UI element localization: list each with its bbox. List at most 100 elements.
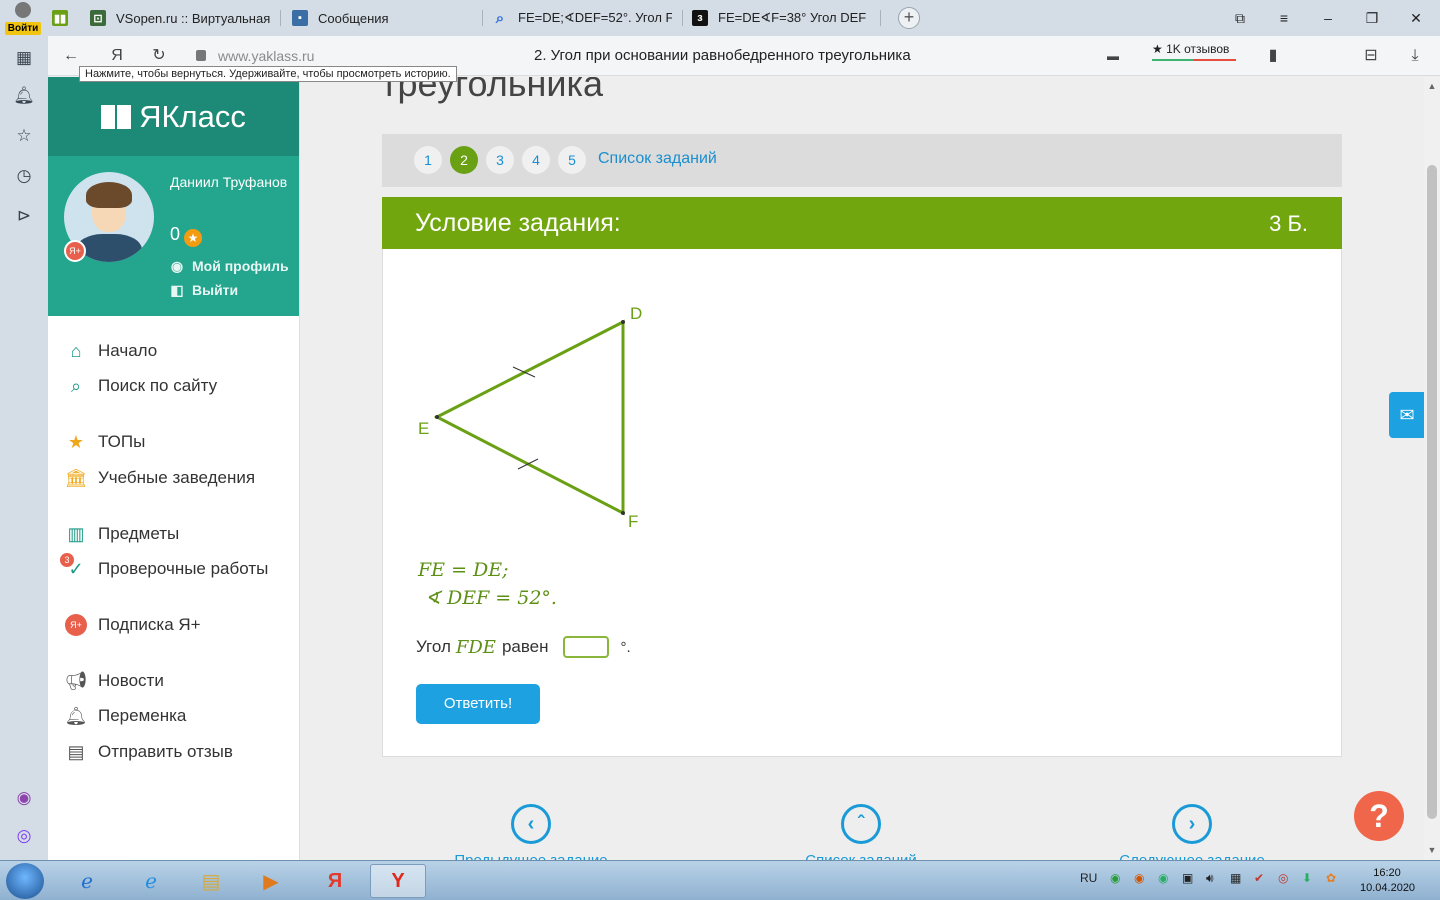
my-profile-link[interactable]: ◉ Мой профиль: [170, 258, 289, 275]
tray-misc-icon[interactable]: ✿: [1326, 871, 1336, 885]
task-body: D E F FE = DE; ∢ DEF = 52°. Угол FDE рав…: [382, 249, 1342, 757]
vertex-d-point: [621, 320, 625, 324]
tab-vsopen[interactable]: ⊡ VSopen.ru :: Виртуальная ш: [90, 4, 272, 32]
sidebar-item-feedback[interactable]: ▤ Отправить отзыв: [64, 740, 232, 764]
page-3-button[interactable]: 3: [486, 146, 514, 174]
ie-browser-icon[interactable]: ℯ: [126, 864, 176, 898]
ie-pinned-icon[interactable]: ℯ: [62, 864, 112, 898]
sidebar-item-break[interactable]: 🔔︎ Переменка: [64, 704, 187, 728]
user-icon: [15, 2, 31, 18]
site-sidebar: ЯКласс Я+ Даниил Труфанов 0 ★ ◉ Мой профил…: [48, 77, 300, 860]
media-play-icon[interactable]: ⊳: [12, 204, 36, 228]
yandex-home-icon[interactable]: Я: [106, 45, 128, 67]
bookmarks-star-icon[interactable]: ☆: [12, 124, 36, 148]
pinned-tab[interactable]: ▮▮: [52, 4, 76, 32]
page-1-button[interactable]: 1: [414, 146, 442, 174]
collections-icon[interactable]: ⊟: [1360, 45, 1382, 67]
sidebar-item-label: Переменка: [98, 706, 187, 725]
page-2-button[interactable]: 2: [450, 146, 478, 174]
task-list-link[interactable]: Список заданий: [598, 150, 717, 168]
comments-icon[interactable]: ▬: [1102, 45, 1124, 67]
tab-znanija[interactable]: з FE=DE∢F=38° Угол DEF ра: [692, 4, 870, 32]
submit-answer-button[interactable]: Ответить!: [416, 684, 540, 724]
reviews-badge[interactable]: ★ 1K отзывов: [1152, 42, 1236, 61]
page-scrollbar[interactable]: ▲ ▼: [1424, 77, 1440, 860]
tray-shield-icon[interactable]: ◉: [1110, 871, 1120, 885]
url-field[interactable]: www.yaklass.ru: [218, 48, 314, 64]
tray-app-icon[interactable]: ◉: [1134, 871, 1144, 885]
user-name[interactable]: Даниил Труфанов: [170, 172, 290, 192]
question-variable: FDE: [455, 636, 496, 658]
logout-link[interactable]: ◧ Выйти: [170, 282, 238, 299]
login-label: Войти: [4, 22, 42, 35]
yaklass-logo[interactable]: ЯКласс: [48, 77, 299, 156]
task-score: 3 Б.: [1269, 211, 1308, 236]
sidebar-item-news[interactable]: 📢︎ Новости: [64, 669, 164, 693]
scroll-up-arrow-icon[interactable]: ▲: [1424, 81, 1440, 91]
network-icon[interactable]: ▦: [1230, 871, 1241, 885]
star-coin-icon: ★: [184, 229, 203, 247]
tray-opera-icon[interactable]: ◎: [1278, 871, 1288, 885]
reviews-rating-bar: [1152, 59, 1236, 61]
prev-task-link[interactable]: ‹ Предыдущее задание: [411, 804, 651, 860]
restore-icon[interactable]: ❐: [1362, 8, 1382, 28]
question-row: Угол FDE равен °.: [416, 636, 631, 658]
page-5-button[interactable]: 5: [558, 146, 586, 174]
yandex-browser-taskbar-icon[interactable]: Y: [370, 864, 426, 898]
explorer-folder-icon[interactable]: ▤: [186, 864, 236, 898]
apps-grid-icon[interactable]: ▦: [12, 46, 36, 70]
main-content: треугольника 1 2 3 4 5 Список заданий Ус…: [301, 77, 1424, 860]
history-clock-icon[interactable]: ◷: [12, 164, 36, 188]
logout-door-icon: ◧: [170, 282, 184, 298]
prev-task-label: Предыдущее задание: [411, 852, 651, 860]
login-button[interactable]: Войти: [4, 2, 42, 36]
language-indicator[interactable]: RU: [1080, 871, 1097, 885]
scroll-down-arrow-icon[interactable]: ▼: [1424, 845, 1440, 855]
tray-display-icon[interactable]: ▣: [1182, 871, 1193, 885]
sidebar-item-search[interactable]: ⌕ Поиск по сайту: [64, 374, 217, 398]
minimize-icon[interactable]: –: [1318, 8, 1338, 28]
tray-download-icon[interactable]: ⬇: [1302, 871, 1312, 885]
back-arrow-icon[interactable]: ←: [60, 45, 82, 67]
condition-fe-de: FE = DE;: [418, 559, 509, 581]
mail-feedback-icon[interactable]: ✉: [1389, 392, 1424, 438]
back-button-tooltip: Нажмите, чтобы вернуться. Удерживайте, ч…: [79, 66, 457, 82]
sidebar-item-home[interactable]: ⌂ Начало: [64, 339, 158, 363]
page-4-button[interactable]: 4: [522, 146, 550, 174]
sidebar-item-subscription[interactable]: Я+ Подписка Я+: [64, 613, 201, 637]
triangle-diagram: D E F: [418, 304, 642, 531]
znanija-favicon-icon: з: [692, 10, 708, 26]
downloads-icon[interactable]: ⤓: [1404, 45, 1426, 67]
scroll-thumb[interactable]: [1427, 165, 1437, 819]
notifications-bell-icon[interactable]: 🔔︎: [12, 84, 36, 108]
sidebar-item-schools[interactable]: 🏛︎ Учебные заведения: [64, 466, 256, 490]
tab-title: FE=DE;∢DEF=52°. Угол FDE: [518, 10, 672, 25]
close-icon[interactable]: ✕: [1406, 8, 1426, 28]
sidebar-item-tops[interactable]: ★ ТОПы: [64, 430, 145, 454]
help-button[interactable]: ?: [1354, 791, 1404, 841]
task-list-bottom-link[interactable]: ˆ Список заданий: [741, 804, 981, 860]
media-player-icon[interactable]: ▶: [246, 864, 296, 898]
system-clock[interactable]: 16:20 10.04.2020: [1360, 866, 1415, 896]
tray-sync-icon[interactable]: ◉: [1158, 871, 1168, 885]
bookmark-icon[interactable]: ▮: [1262, 45, 1284, 67]
alice-assistant-icon[interactable]: ◎: [12, 824, 36, 848]
condition-angle-def: ∢ DEF = 52°.: [425, 587, 557, 609]
sidebar-item-tests[interactable]: ✓ 3 Проверочные работы: [60, 553, 268, 581]
reload-icon[interactable]: ↻: [148, 45, 170, 67]
tab-search-fde[interactable]: ⌕ FE=DE;∢DEF=52°. Угол FDE: [492, 4, 672, 32]
tray-antivirus-icon[interactable]: ✔: [1254, 871, 1264, 885]
yandex-app-icon[interactable]: Я: [310, 864, 360, 898]
tab-messages[interactable]: ▪ Сообщения: [292, 4, 474, 32]
menu-icon[interactable]: ≡: [1274, 8, 1294, 28]
volume-icon[interactable]: 🔊︎: [1206, 871, 1214, 886]
tabs-sync-icon[interactable]: ⧉: [1230, 8, 1250, 28]
start-button[interactable]: [6, 863, 44, 899]
subscription-icon: Я+: [64, 613, 88, 637]
next-task-link[interactable]: › Следующее задание: [1072, 804, 1312, 860]
search-favicon-icon: ⌕: [495, 9, 505, 27]
messenger-icon[interactable]: ◉: [12, 786, 36, 810]
sidebar-item-subjects[interactable]: ▥ Предметы: [64, 522, 179, 546]
answer-input[interactable]: [562, 636, 609, 658]
new-tab-button[interactable]: +: [898, 7, 920, 29]
